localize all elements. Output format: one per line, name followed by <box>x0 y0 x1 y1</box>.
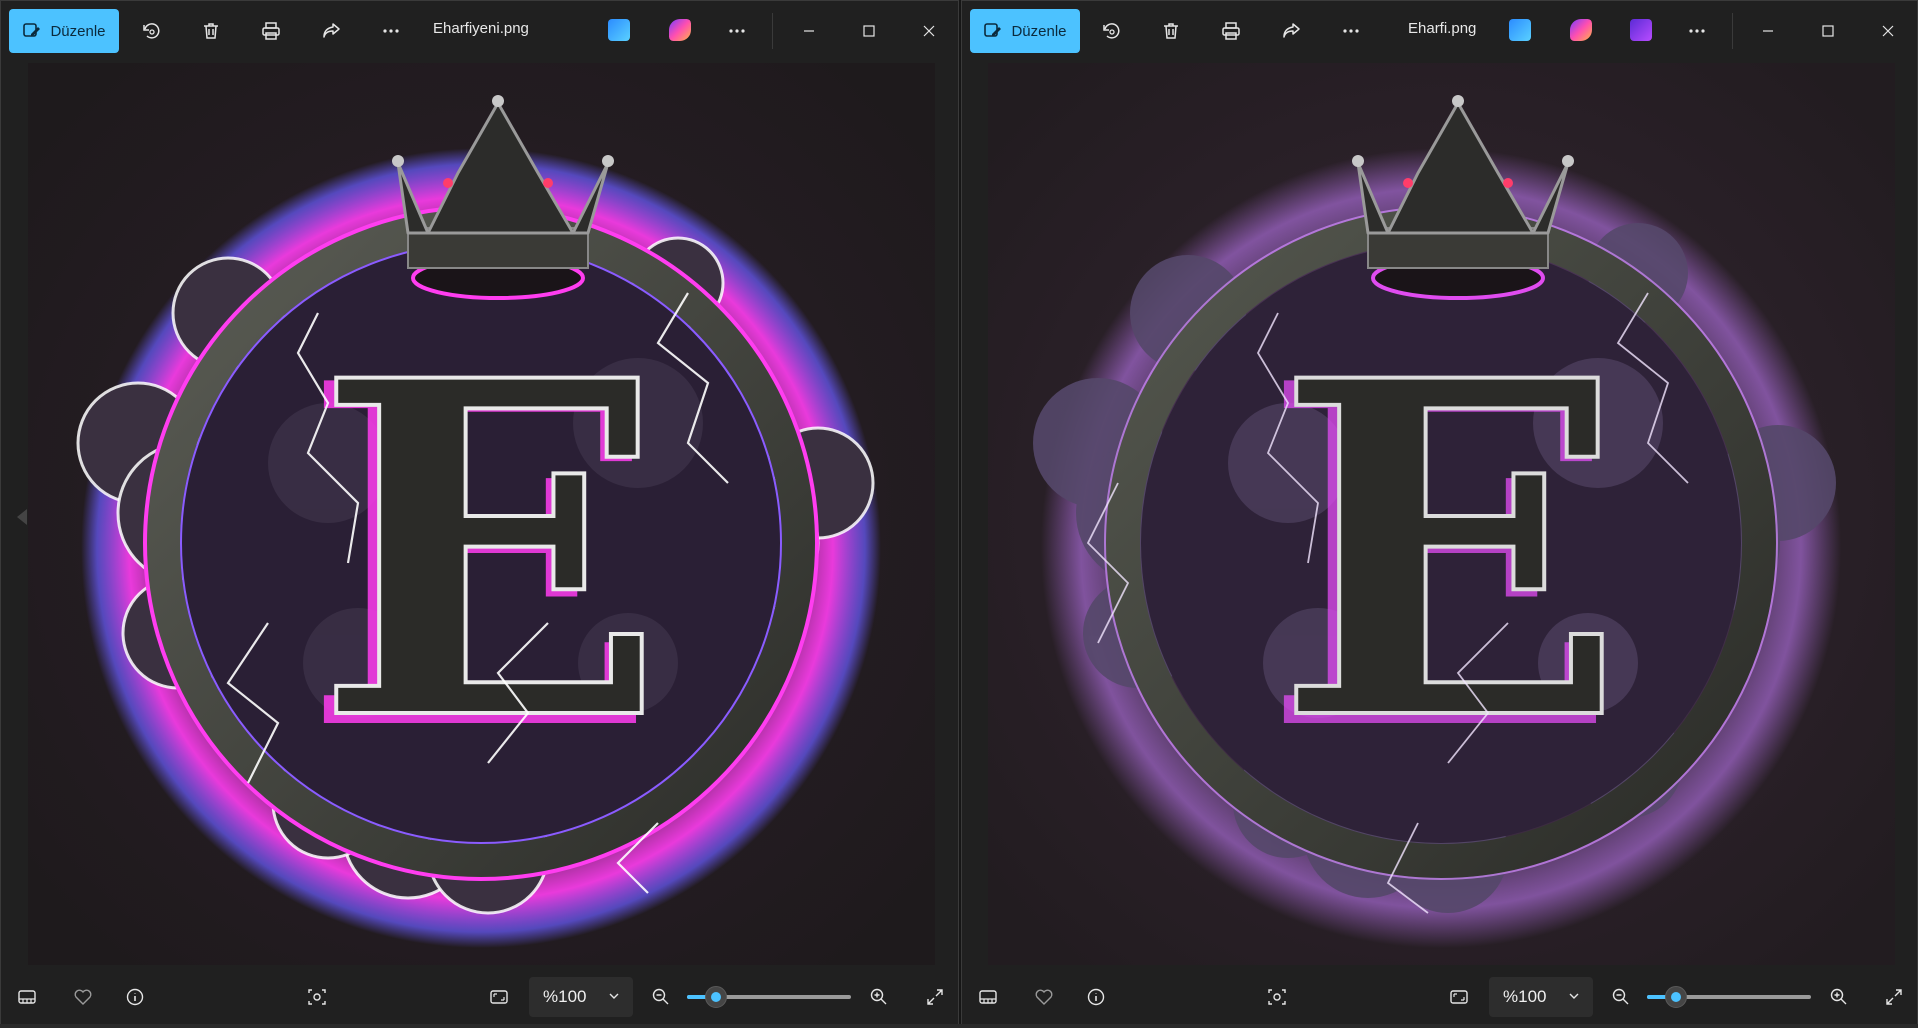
favorite-icon[interactable] <box>1028 981 1060 1013</box>
fit-screen-icon[interactable] <box>483 981 515 1013</box>
designer-app-icon[interactable] <box>1570 19 1592 41</box>
file-name: Eharfiyeni.png <box>433 20 529 37</box>
close-icon[interactable] <box>1868 15 1908 47</box>
zoom-level-dropdown[interactable]: %100 <box>529 977 633 1017</box>
zoom-slider-thumb[interactable] <box>1665 986 1687 1008</box>
image-canvas[interactable]: E E <box>988 63 1895 965</box>
maximize-icon[interactable] <box>849 15 889 47</box>
delete-icon[interactable] <box>195 15 227 47</box>
visual-search-icon[interactable] <box>301 981 333 1013</box>
zoom-in-icon[interactable] <box>1823 981 1855 1013</box>
fullscreen-icon[interactable] <box>919 981 951 1013</box>
filmstrip-icon[interactable] <box>11 981 43 1013</box>
fit-screen-icon[interactable] <box>1443 981 1475 1013</box>
zoom-out-icon[interactable] <box>1605 981 1637 1013</box>
zoom-level-dropdown[interactable]: %100 <box>1489 977 1593 1017</box>
zoom-slider[interactable] <box>1647 986 1811 1008</box>
print-icon[interactable] <box>1215 15 1247 47</box>
edit-icon <box>984 23 1002 37</box>
minimize-icon[interactable] <box>789 15 829 47</box>
rotate-icon[interactable] <box>135 15 167 47</box>
more-icon[interactable] <box>721 15 753 47</box>
maximize-icon[interactable] <box>1808 15 1848 47</box>
previous-image-arrow[interactable] <box>17 509 27 525</box>
zoom-out-icon[interactable] <box>645 981 677 1013</box>
zoom-slider-thumb[interactable] <box>705 986 727 1008</box>
photos-window-left: Düzenle Eharfiyeni.png E E %100 <box>0 0 959 1028</box>
photos-window-right: Düzenle Eharfi.png E E %100 <box>961 0 1918 1028</box>
edit-button[interactable]: Düzenle <box>9 9 119 53</box>
artwork-letter: E <box>315 282 666 822</box>
title-bar: Düzenle Eharfiyeni.png <box>1 1 958 59</box>
file-name: Eharfi.png <box>1408 20 1477 37</box>
artwork-letter: E <box>1275 282 1626 822</box>
edit-button-label: Düzenle <box>1011 22 1067 40</box>
fullscreen-icon[interactable] <box>1878 981 1910 1013</box>
chevron-down-icon <box>1569 993 1579 999</box>
minimize-icon[interactable] <box>1748 15 1788 47</box>
edit-button-label: Düzenle <box>50 22 106 40</box>
clipchamp-app-icon[interactable] <box>1630 19 1652 41</box>
letter-e-artwork: E E <box>28 63 935 965</box>
status-bar: %100 <box>1 967 958 1027</box>
zoom-slider[interactable] <box>687 986 851 1008</box>
more-icon[interactable] <box>375 15 407 47</box>
info-icon[interactable] <box>119 981 151 1013</box>
filmstrip-icon[interactable] <box>972 981 1004 1013</box>
photo-editor-app-icon[interactable] <box>608 19 630 41</box>
desktop: Düzenle Eharfiyeni.png E E %100 Düzenle … <box>0 0 1918 1028</box>
print-icon[interactable] <box>255 15 287 47</box>
taskbar-edge <box>0 1024 1918 1028</box>
delete-icon[interactable] <box>1155 15 1187 47</box>
letter-e-artwork: E E <box>988 63 1895 965</box>
info-icon[interactable] <box>1080 981 1112 1013</box>
photo-editor-app-icon[interactable] <box>1509 19 1531 41</box>
edit-icon <box>23 23 41 37</box>
more-icon[interactable] <box>1681 15 1713 47</box>
zoom-level-value: %100 <box>543 987 587 1006</box>
rotate-icon[interactable] <box>1095 15 1127 47</box>
toolbar-divider <box>1732 13 1733 49</box>
status-bar: %100 <box>962 967 1917 1027</box>
toolbar-divider <box>772 13 773 49</box>
zoom-level-value: %100 <box>1503 987 1547 1006</box>
share-icon[interactable] <box>315 15 347 47</box>
designer-app-icon[interactable] <box>669 19 691 41</box>
title-bar: Düzenle Eharfi.png <box>962 1 1917 59</box>
zoom-in-icon[interactable] <box>863 981 895 1013</box>
favorite-icon[interactable] <box>67 981 99 1013</box>
visual-search-icon[interactable] <box>1261 981 1293 1013</box>
share-icon[interactable] <box>1275 15 1307 47</box>
more-icon[interactable] <box>1335 15 1367 47</box>
edit-button[interactable]: Düzenle <box>970 9 1080 53</box>
close-icon[interactable] <box>909 15 949 47</box>
chevron-down-icon <box>609 993 619 999</box>
image-canvas[interactable]: E E <box>28 63 935 965</box>
